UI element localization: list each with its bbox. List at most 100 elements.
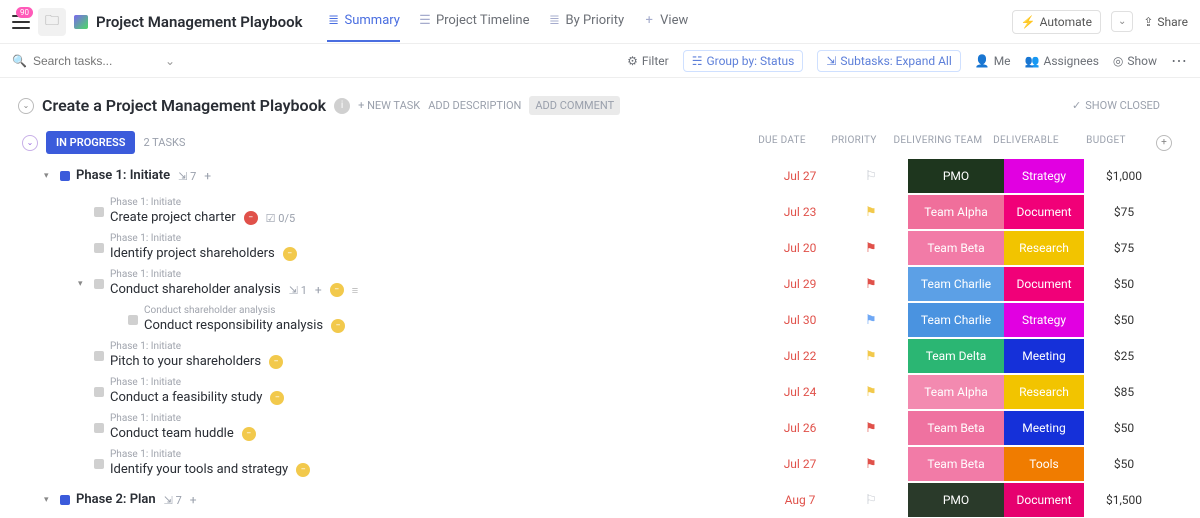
task-row[interactable]: Phase 1: InitiateIdentify your tools and… bbox=[0, 446, 1200, 482]
deliverable[interactable]: Strategy bbox=[1004, 303, 1084, 337]
due-date[interactable]: Jul 27 bbox=[764, 457, 836, 471]
due-date[interactable]: Jul 20 bbox=[764, 241, 836, 255]
budget[interactable]: $85 bbox=[1084, 385, 1164, 399]
status-square[interactable] bbox=[94, 243, 104, 253]
deliverable[interactable]: Strategy bbox=[1004, 159, 1084, 193]
deliverable[interactable]: Tools bbox=[1004, 447, 1084, 481]
priority-flag-icon[interactable] bbox=[865, 313, 879, 327]
delivering-team[interactable]: Team Beta bbox=[908, 447, 1004, 481]
add-subtask[interactable]: + bbox=[190, 493, 197, 507]
status-square[interactable] bbox=[94, 207, 104, 217]
task-row[interactable]: Phase 1: InitiateConduct team huddle−Jul… bbox=[0, 410, 1200, 446]
priority-flag-icon[interactable] bbox=[865, 457, 879, 471]
budget[interactable]: $75 bbox=[1084, 241, 1164, 255]
task-row[interactable]: Conduct shareholder analysisConduct resp… bbox=[0, 302, 1200, 338]
priority-flag-icon[interactable] bbox=[865, 241, 879, 255]
folder-button[interactable]: 🗀 bbox=[38, 8, 66, 36]
budget[interactable]: $75 bbox=[1084, 205, 1164, 219]
search-dropdown[interactable]: ⌄ bbox=[165, 54, 175, 68]
status-square[interactable] bbox=[60, 171, 70, 181]
priority-flag-icon[interactable] bbox=[865, 205, 879, 219]
budget[interactable]: $50 bbox=[1084, 457, 1164, 471]
col-team[interactable]: DELIVERING TEAM bbox=[890, 135, 986, 151]
tab-add-view[interactable]: +View bbox=[642, 1, 688, 42]
me-button[interactable]: 👤Me bbox=[975, 54, 1011, 68]
task-row[interactable]: Phase 1: InitiateCreate project charter−… bbox=[0, 194, 1200, 230]
subtasks-button[interactable]: ⇲Subtasks: Expand All bbox=[817, 50, 960, 72]
status-square[interactable] bbox=[94, 423, 104, 433]
task-row[interactable]: Phase 1: InitiateIdentify project shareh… bbox=[0, 230, 1200, 266]
deliverable[interactable]: Document bbox=[1004, 267, 1084, 301]
assignees-button[interactable]: 👥Assignees bbox=[1025, 54, 1099, 68]
task-row[interactable]: ▾Phase 1: InitiateConduct shareholder an… bbox=[0, 266, 1200, 302]
col-due-date[interactable]: DUE DATE bbox=[746, 135, 818, 151]
share-button[interactable]: ⇪Share bbox=[1143, 15, 1188, 29]
show-button[interactable]: ◎Show bbox=[1113, 54, 1157, 68]
info-icon[interactable]: i bbox=[334, 98, 350, 114]
add-description-link[interactable]: ADD DESCRIPTION bbox=[428, 99, 521, 112]
task-row[interactable]: ▾Phase 2: Plan⇲ 7+Aug 7PMODocument$1,500 bbox=[0, 482, 1200, 518]
task-row[interactable]: Phase 1: InitiatePitch to your sharehold… bbox=[0, 338, 1200, 374]
due-date[interactable]: Jul 23 bbox=[764, 205, 836, 219]
delivering-team[interactable]: Team Alpha bbox=[908, 195, 1004, 229]
status-pill[interactable]: IN PROGRESS bbox=[46, 131, 135, 154]
due-date[interactable]: Jul 29 bbox=[764, 277, 836, 291]
budget[interactable]: $25 bbox=[1084, 349, 1164, 363]
status-square[interactable] bbox=[94, 387, 104, 397]
deliverable[interactable]: Document bbox=[1004, 483, 1084, 517]
budget[interactable]: $1,500 bbox=[1084, 493, 1164, 507]
delivering-team[interactable]: Team Beta bbox=[908, 411, 1004, 445]
automate-button[interactable]: ⚡Automate bbox=[1012, 10, 1101, 34]
tab-summary[interactable]: ≣Summary bbox=[327, 1, 400, 42]
status-square[interactable] bbox=[94, 459, 104, 469]
budget[interactable]: $50 bbox=[1084, 313, 1164, 327]
priority-flag-icon[interactable] bbox=[865, 349, 879, 363]
show-closed-button[interactable]: ✓SHOW CLOSED bbox=[1072, 99, 1160, 112]
expand-caret[interactable]: ▾ bbox=[44, 171, 54, 181]
search-input[interactable] bbox=[33, 54, 153, 68]
group-by-button[interactable]: ☵Group by: Status bbox=[683, 50, 804, 72]
expand-caret[interactable]: ▾ bbox=[44, 495, 54, 505]
due-date[interactable]: Jul 30 bbox=[764, 313, 836, 327]
filter-button[interactable]: ⚙Filter bbox=[627, 54, 669, 68]
task-row[interactable]: ▾Phase 1: Initiate⇲ 7+Jul 27PMOStrategy$… bbox=[0, 158, 1200, 194]
priority-flag-icon[interactable] bbox=[865, 277, 879, 291]
col-budget[interactable]: BUDGET bbox=[1066, 135, 1146, 151]
col-deliverable[interactable]: DELIVERABLE bbox=[986, 135, 1066, 151]
budget[interactable]: $1,000 bbox=[1084, 169, 1164, 183]
status-square[interactable] bbox=[60, 495, 70, 505]
add-subtask[interactable]: + bbox=[204, 169, 211, 183]
deliverable[interactable]: Research bbox=[1004, 375, 1084, 409]
add-comment-link[interactable]: ADD COMMENT bbox=[529, 96, 620, 115]
automate-dropdown[interactable]: ⌄ bbox=[1111, 11, 1133, 32]
due-date[interactable]: Jul 26 bbox=[764, 421, 836, 435]
priority-flag-icon[interactable] bbox=[865, 169, 879, 183]
delivering-team[interactable]: Team Charlie bbox=[908, 303, 1004, 337]
delivering-team[interactable]: Team Delta bbox=[908, 339, 1004, 373]
due-date[interactable]: Jul 27 bbox=[764, 169, 836, 183]
due-date[interactable]: Jul 24 bbox=[764, 385, 836, 399]
priority-flag-icon[interactable] bbox=[865, 385, 879, 399]
status-square[interactable] bbox=[128, 315, 138, 325]
delivering-team[interactable]: PMO bbox=[908, 483, 1004, 517]
due-date[interactable]: Jul 22 bbox=[764, 349, 836, 363]
col-priority[interactable]: PRIORITY bbox=[818, 135, 890, 151]
tab-timeline[interactable]: ☰Project Timeline bbox=[418, 1, 530, 42]
priority-flag-icon[interactable] bbox=[865, 493, 879, 507]
delivering-team[interactable]: PMO bbox=[908, 159, 1004, 193]
due-date[interactable]: Aug 7 bbox=[764, 493, 836, 507]
expand-caret[interactable]: ▾ bbox=[78, 279, 88, 289]
status-square[interactable] bbox=[94, 351, 104, 361]
delivering-team[interactable]: Team Alpha bbox=[908, 375, 1004, 409]
deliverable[interactable]: Research bbox=[1004, 231, 1084, 265]
budget[interactable]: $50 bbox=[1084, 421, 1164, 435]
add-subtask[interactable]: + bbox=[315, 283, 322, 297]
status-square[interactable] bbox=[94, 279, 104, 289]
add-column-button[interactable]: + bbox=[1156, 135, 1172, 151]
more-button[interactable]: ⋯ bbox=[1171, 51, 1188, 70]
budget[interactable]: $50 bbox=[1084, 277, 1164, 291]
menu-button[interactable]: 90 bbox=[12, 15, 30, 29]
priority-flag-icon[interactable] bbox=[865, 421, 879, 435]
deliverable[interactable]: Meeting bbox=[1004, 339, 1084, 373]
section-collapse[interactable]: ⌄ bbox=[18, 98, 34, 114]
